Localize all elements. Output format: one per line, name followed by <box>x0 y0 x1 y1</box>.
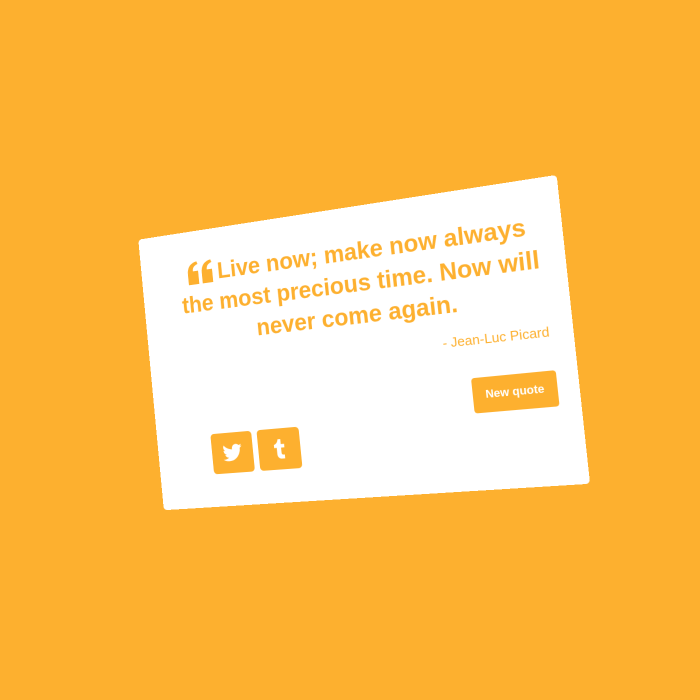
tumblr-icon <box>272 438 287 460</box>
twitter-icon <box>222 443 243 462</box>
quote-left-icon <box>186 259 214 286</box>
quote-card: Live now; make now always the most preci… <box>138 174 591 511</box>
quote-text: Live now; make now always the most preci… <box>181 213 542 342</box>
tweet-button[interactable] <box>210 430 255 475</box>
tumblr-button[interactable] <box>256 426 303 471</box>
stage: Live now; make now always the most preci… <box>0 0 700 700</box>
quote-author: - Jean-Luc Picard <box>441 323 551 351</box>
new-quote-button[interactable]: New quote <box>471 370 560 414</box>
